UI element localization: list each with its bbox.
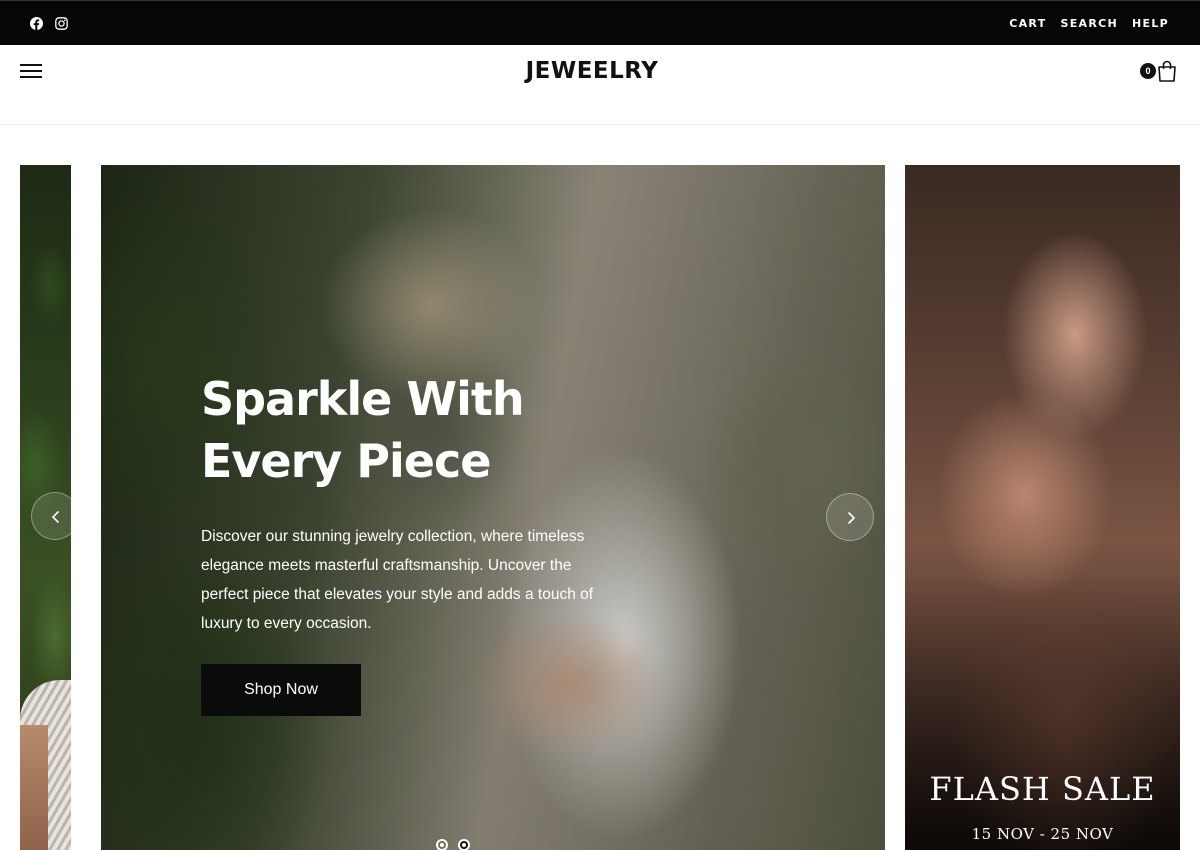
top-link-search[interactable]: SEARCH [1061, 17, 1119, 30]
site-header: JEWEELRY 0 [0, 45, 1200, 125]
chevron-left-icon [51, 510, 60, 524]
chevron-right-icon [847, 511, 856, 525]
carousel-dot-1[interactable] [436, 839, 448, 850]
hero-content: Sparkle With Every Piece Discover our st… [201, 368, 621, 638]
hero-title: Sparkle With Every Piece [201, 368, 621, 492]
carousel-pagination [436, 839, 470, 850]
top-link-cart[interactable]: CART [1009, 17, 1046, 30]
top-links: CART SEARCH HELP [1009, 17, 1169, 30]
social-links [30, 17, 68, 30]
hero-title-line1: Sparkle With [201, 372, 525, 426]
top-link-help[interactable]: HELP [1132, 17, 1169, 30]
prev-slide-button[interactable] [31, 492, 79, 540]
flash-sale-image[interactable] [905, 165, 1180, 850]
facebook-icon[interactable] [30, 17, 43, 30]
shopping-bag-icon [1157, 60, 1177, 82]
flash-sale-dates: 15 NOV - 25 NOV [971, 825, 1114, 843]
instagram-icon[interactable] [55, 17, 68, 30]
site-logo[interactable]: JEWEELRY [0, 58, 1184, 84]
hero-title-line2: Every Piece [201, 434, 491, 488]
cart-button[interactable]: 0 [1140, 60, 1180, 86]
carousel-dot-2[interactable] [458, 839, 470, 850]
shop-now-button[interactable]: Shop Now [201, 664, 361, 716]
hero-description: Discover our stunning jewelry collection… [201, 528, 594, 632]
flash-sale-title: FLASH SALE [929, 770, 1156, 808]
next-slide-button[interactable] [826, 493, 874, 541]
cart-count-badge: 0 [1140, 63, 1156, 79]
top-bar: CART SEARCH HELP [0, 0, 1200, 45]
